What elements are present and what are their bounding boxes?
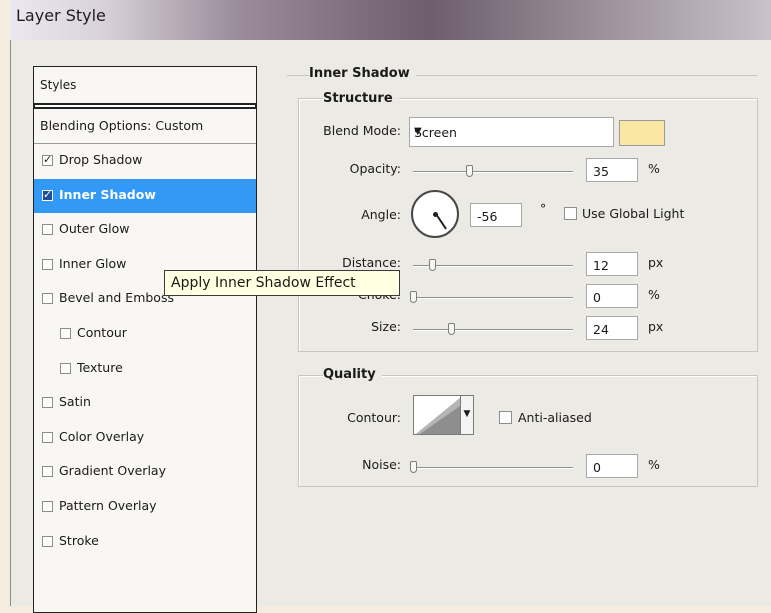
style-checkbox[interactable] <box>42 293 53 305</box>
choke-unit: % <box>648 287 660 302</box>
style-checkbox[interactable] <box>60 327 71 339</box>
quality-title: Quality <box>323 367 382 382</box>
style-item-label: Color Overlay <box>59 428 145 444</box>
style-checkbox[interactable] <box>42 431 53 443</box>
tooltip: Apply Inner Shadow Effect <box>164 270 400 296</box>
style-checkbox[interactable] <box>42 224 53 236</box>
noise-slider-track[interactable] <box>413 467 573 469</box>
style-items: Drop Shadow Inner Shadow Outer Glow Inner G… <box>34 144 256 559</box>
anti-aliased-checkbox[interactable] <box>499 411 512 424</box>
shadow-color-swatch[interactable] <box>619 120 665 146</box>
style-checkbox[interactable] <box>42 535 53 547</box>
contour-preview[interactable] <box>413 395 461 435</box>
style-item-label: Outer Glow <box>59 221 130 237</box>
style-item-contour[interactable]: Contour <box>34 317 256 352</box>
style-checkbox[interactable] <box>42 188 53 201</box>
blending-options-item[interactable]: Blending Options: Custom <box>34 109 256 144</box>
use-global-light-label: Use Global Light <box>582 206 685 221</box>
noise-input[interactable]: 0 <box>586 454 638 478</box>
style-checkbox[interactable] <box>42 153 53 166</box>
style-item-label: Satin <box>59 394 91 410</box>
inner-shadow-title: Inner Shadow <box>309 66 416 81</box>
anti-aliased-label: Anti-aliased <box>518 410 592 425</box>
style-item-gradient-overlay[interactable]: Gradient Overlay <box>34 455 256 490</box>
style-checkbox[interactable] <box>42 500 53 512</box>
style-item-label: Inner Glow <box>59 255 127 271</box>
style-checkbox[interactable] <box>60 362 71 374</box>
choke-input[interactable]: 0 <box>586 284 638 308</box>
blend-mode-label: Blend Mode: <box>323 123 401 138</box>
use-global-light-checkbox[interactable] <box>564 207 577 220</box>
style-checkbox[interactable] <box>42 466 53 478</box>
styles-header[interactable]: Styles <box>34 67 256 105</box>
style-item-texture[interactable]: Texture <box>34 352 256 387</box>
distance-unit: px <box>648 255 664 270</box>
angle-label: Angle: <box>361 207 401 222</box>
styles-list: Styles Blending Options: Custom Drop Sha… <box>33 66 257 613</box>
blending-options-label: Blending Options: Custom <box>40 118 204 133</box>
choke-slider-track[interactable] <box>413 297 573 299</box>
distance-input[interactable]: 12 <box>586 252 638 276</box>
style-item-pattern-overlay[interactable]: Pattern Overlay <box>34 490 256 525</box>
structure-title: Structure <box>323 91 399 106</box>
contour-label: Contour: <box>347 410 401 425</box>
opacity-input[interactable]: 35 <box>586 158 638 182</box>
opacity-label: Opacity: <box>349 161 401 176</box>
layer-style-dialog: Styles Blending Options: Custom Drop Sha… <box>10 40 771 613</box>
size-slider-thumb[interactable] <box>448 323 456 335</box>
style-item-label: Drop Shadow <box>59 152 143 167</box>
style-item-label: Bevel and Emboss <box>59 290 174 306</box>
noise-unit: % <box>648 457 660 472</box>
style-item-stroke[interactable]: Stroke <box>34 525 256 560</box>
opacity-unit: % <box>648 161 660 176</box>
contour-dropdown-button[interactable]: ▼ <box>460 395 474 435</box>
angle-dial[interactable] <box>411 190 459 238</box>
style-item-label: Inner Shadow <box>59 186 156 202</box>
distance-slider-track[interactable] <box>413 265 573 267</box>
contour-curve-icon <box>416 398 460 434</box>
title-bar: Layer Style <box>10 0 771 40</box>
size-slider-track[interactable] <box>413 329 573 331</box>
style-item-label: Texture <box>77 359 123 375</box>
style-item-label: Contour <box>77 324 127 340</box>
chevron-down-icon: ▼ <box>414 126 422 137</box>
noise-label: Noise: <box>362 457 401 472</box>
noise-slider-thumb[interactable] <box>410 461 417 473</box>
style-item-outer-glow[interactable]: Outer Glow <box>34 213 256 248</box>
style-checkbox[interactable] <box>42 258 53 270</box>
style-checkbox[interactable] <box>42 397 53 409</box>
angle-unit: ° <box>540 201 547 216</box>
angle-input[interactable]: -56 <box>470 203 522 227</box>
window-title: Layer Style <box>16 6 106 25</box>
blend-mode-select[interactable]: Screen ▼ <box>409 117 614 147</box>
style-item-label: Stroke <box>59 532 99 548</box>
size-unit: px <box>648 319 664 334</box>
chevron-down-icon: ▼ <box>463 409 471 419</box>
angle-dial-needle <box>435 213 447 230</box>
opacity-slider-thumb[interactable] <box>466 165 473 177</box>
style-item-label: Pattern Overlay <box>59 497 157 513</box>
size-input[interactable]: 24 <box>586 316 638 340</box>
style-item-inner-shadow[interactable]: Inner Shadow <box>34 178 256 214</box>
size-label: Size: <box>371 319 401 334</box>
style-item-color-overlay[interactable]: Color Overlay <box>34 421 256 456</box>
styles-header-label: Styles <box>40 78 77 92</box>
distance-label: Distance: <box>342 255 401 270</box>
style-item-label: Gradient Overlay <box>59 463 166 479</box>
distance-slider-thumb[interactable] <box>429 259 437 271</box>
style-item-satin[interactable]: Satin <box>34 386 256 421</box>
style-item-drop-shadow[interactable]: Drop Shadow <box>34 144 256 179</box>
opacity-slider-track[interactable] <box>413 171 573 173</box>
choke-slider-thumb[interactable] <box>410 291 417 303</box>
